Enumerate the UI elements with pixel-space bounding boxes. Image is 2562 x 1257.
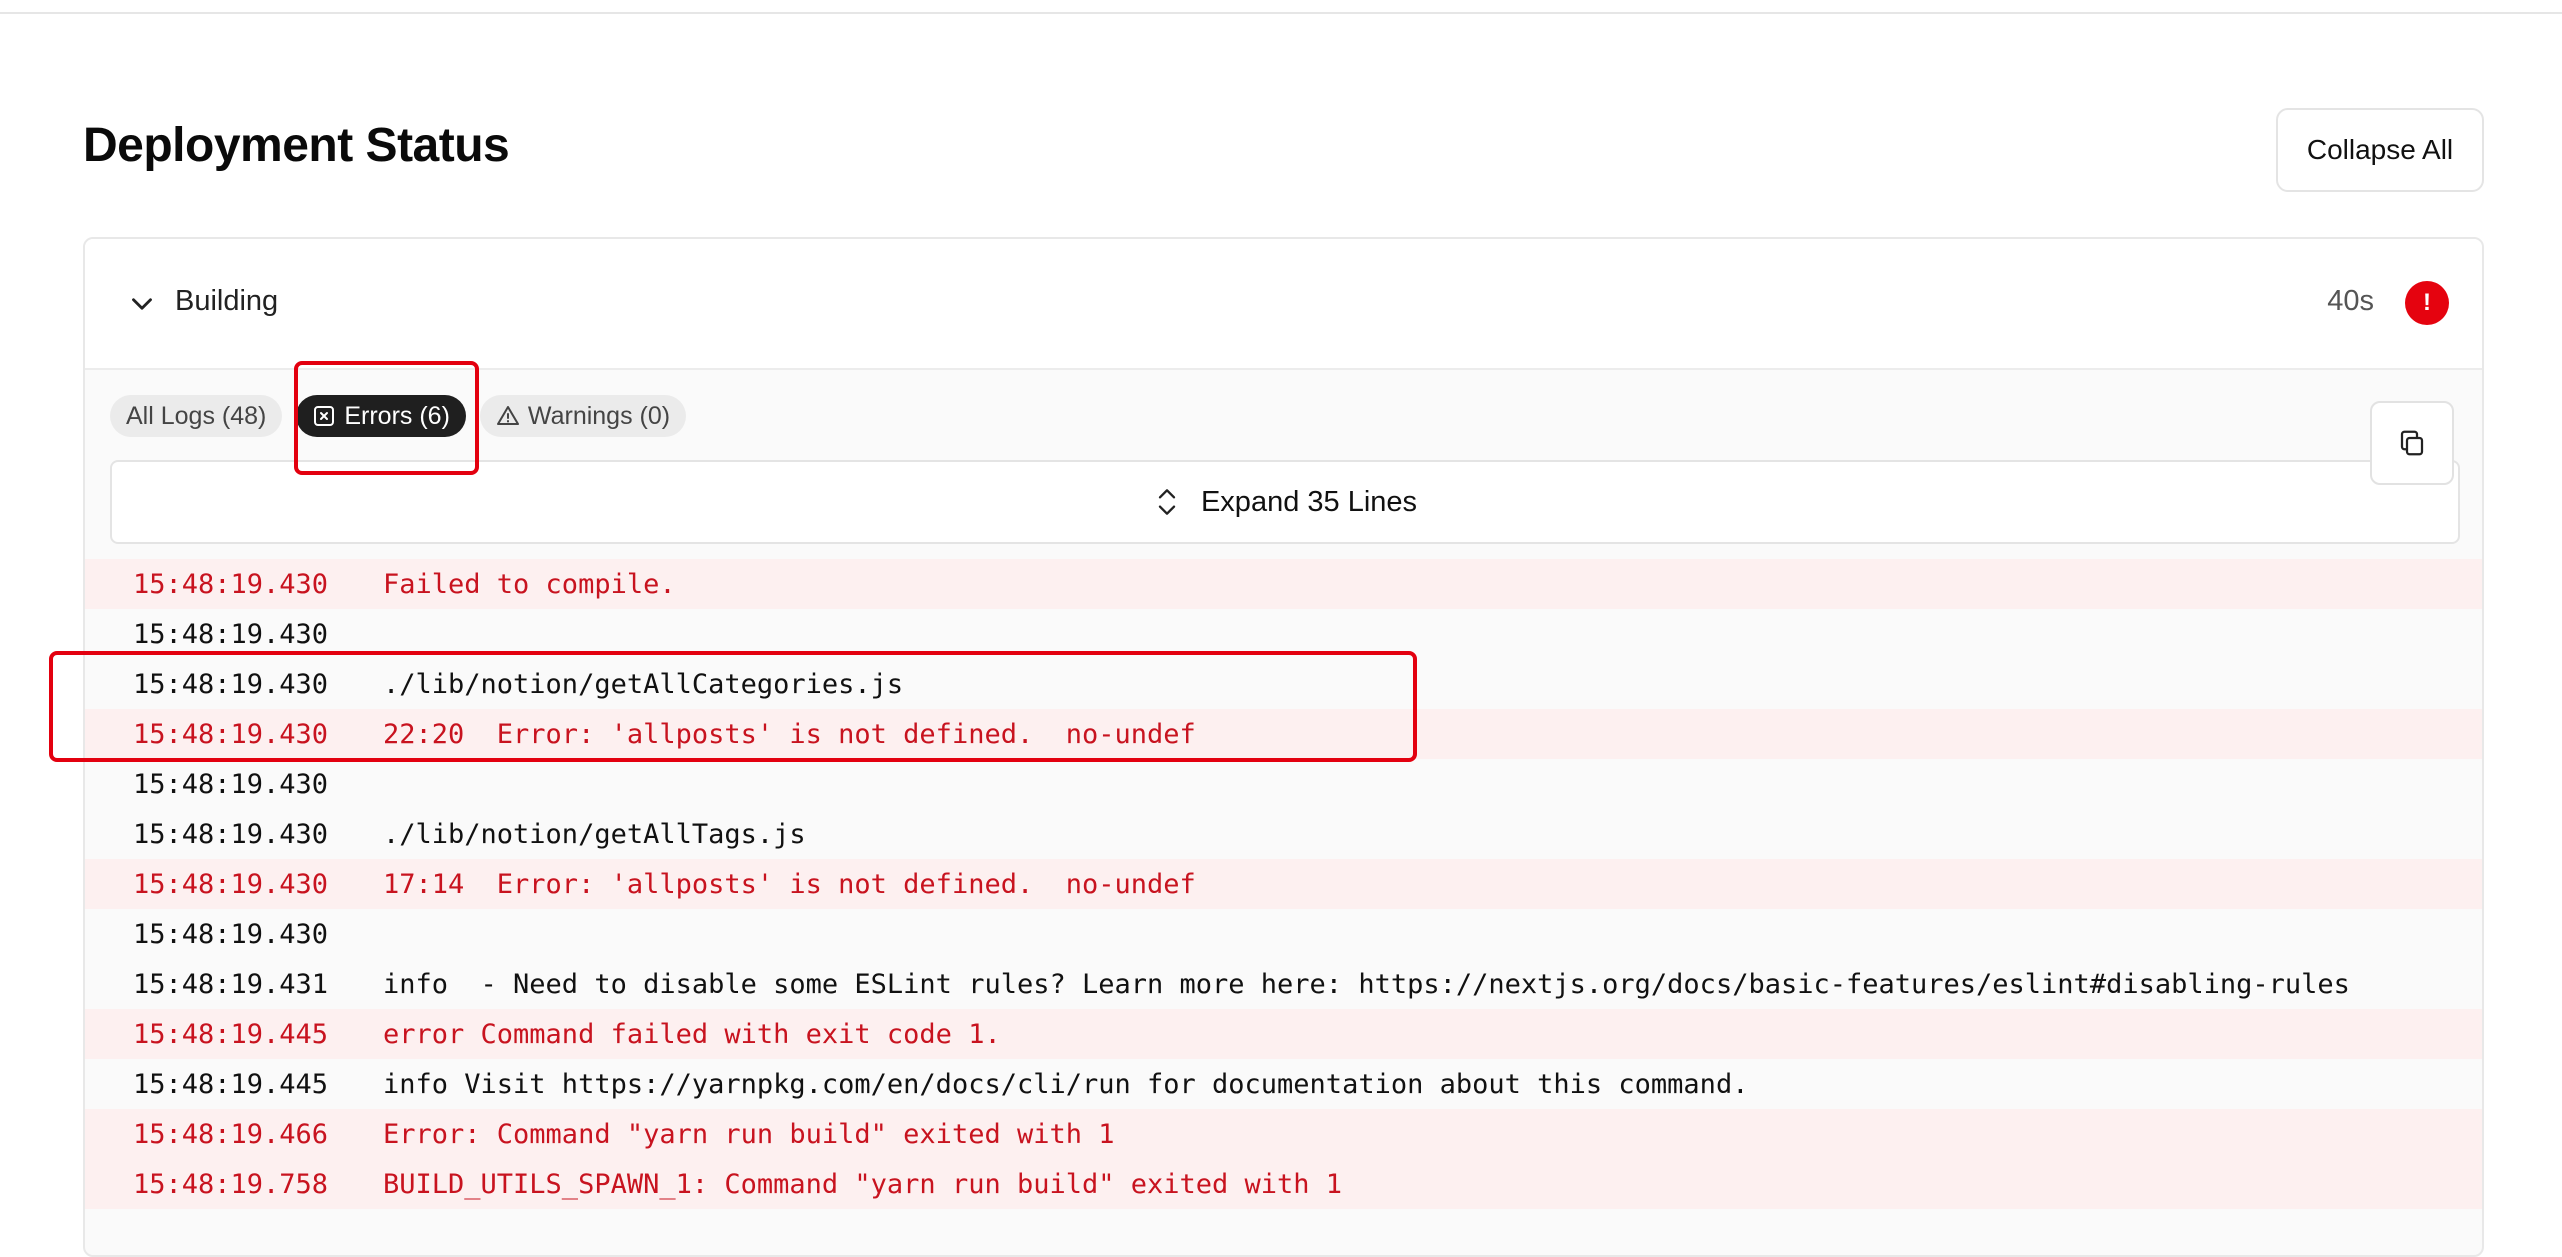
log-timestamp: 15:48:19.445 (133, 1068, 329, 1100)
tab-warnings[interactable]: Warnings (0) (479, 395, 687, 437)
log-line: 15:48:19.445 error Command failed with ex… (85, 1009, 2482, 1059)
log-message: ./lib/notion/getAllTags.js (383, 818, 806, 850)
log-line: 15:48:19.430 ./lib/notion/getAllCategorie… (85, 659, 2482, 709)
log-message: 17:14 Error: 'allposts' is not defined. … (383, 868, 1196, 900)
log-line: 15:48:19.430 (85, 609, 2482, 659)
log-line: 15:48:19.431 info - Need to disable some … (85, 959, 2482, 1009)
expand-lines-button[interactable]: Expand 35 Lines (110, 460, 2460, 544)
log-message: info Visit https://yarnpkg.com/en/docs/c… (383, 1068, 1749, 1100)
log-message: Error: Command "yarn run build" exited w… (383, 1118, 1115, 1150)
build-step-label: Building (175, 285, 279, 317)
page-title: Deployment Status (83, 119, 510, 172)
log-line: 15:48:19.430 ./lib/notion/getAllTags.js (85, 809, 2482, 859)
log-message: info - Need to disable some ESLint rules… (383, 968, 2350, 1000)
log-timestamp: 15:48:19.430 (133, 568, 329, 600)
log-timestamp: 15:48:19.430 (133, 818, 329, 850)
top-divider (0, 0, 2562, 14)
log-message: ./lib/notion/getAllCategories.js (383, 668, 904, 700)
log-message: BUILD_UTILS_SPAWN_1: Command "yarn run b… (383, 1168, 1343, 1200)
log-message: error Command failed with exit code 1. (383, 1018, 1001, 1050)
log-timestamp: 15:48:19.466 (133, 1118, 329, 1150)
log-line: 15:48:19.430 Failed to compile. (85, 559, 2482, 609)
tab-warnings-label: Warnings (0) (527, 401, 671, 430)
log-timestamp: 15:48:19.431 (133, 968, 329, 1000)
copy-logs-button[interactable] (2370, 401, 2454, 485)
copy-icon (2400, 430, 2424, 456)
expand-vertical-icon (1158, 489, 1176, 515)
log-line: 15:48:19.430 22:20 Error: 'allposts' is n… (85, 709, 2482, 759)
log-message: 22:20 Error: 'allposts' is not defined. … (383, 718, 1196, 750)
tab-all-logs-label: All Logs (48) (126, 401, 267, 430)
log-timestamp: 15:48:19.430 (133, 918, 329, 950)
log-line: 15:48:19.758 BUILD_UTILS_SPAWN_1: Command… (85, 1159, 2482, 1209)
error-status-icon: ! (2405, 281, 2449, 325)
log-message: Failed to compile. (383, 568, 676, 600)
log-line: 15:48:19.466 Error: Command "yarn run bui… (85, 1109, 2482, 1159)
tab-all-logs[interactable]: All Logs (48) (110, 395, 283, 437)
log-timestamp: 15:48:19.430 (133, 768, 329, 800)
warning-triangle-icon (496, 406, 519, 425)
log-timestamp: 15:48:19.445 (133, 1018, 329, 1050)
log-line: 15:48:19.430 17:14 Error: 'allposts' is n… (85, 859, 2482, 909)
build-section-header[interactable]: Building 40s ! (85, 239, 2482, 370)
log-timestamp: 15:48:19.758 (133, 1168, 329, 1200)
log-timestamp: 15:48:19.430 (133, 718, 329, 750)
log-line: 15:48:19.430 (85, 909, 2482, 959)
log-line: 15:48:19.445 info Visit https://yarnpkg.c… (85, 1059, 2482, 1109)
expand-lines-label: Expand 35 Lines (1200, 485, 1418, 518)
build-panel: Building 40s ! All Logs (48) Errors (6) … (83, 237, 2484, 1257)
error-square-icon (314, 406, 335, 426)
log-timestamp: 15:48:19.430 (133, 618, 329, 650)
tab-errors[interactable]: Errors (6) (296, 395, 466, 437)
log-timestamp: 15:48:19.430 (133, 668, 329, 700)
log-output: 15:48:19.430 Failed to compile. 15:48:19.4… (85, 559, 2482, 1209)
log-timestamp: 15:48:19.430 (133, 868, 329, 900)
tab-errors-label: Errors (6) (344, 401, 450, 430)
log-filter-tabs: All Logs (48) Errors (6) Warnings (0) (110, 395, 687, 437)
build-duration: 40s (2327, 285, 2374, 317)
collapse-all-button[interactable]: Collapse All (2276, 108, 2484, 192)
log-line: 15:48:19.430 (85, 759, 2482, 809)
chevron-down-icon[interactable] (125, 287, 159, 321)
